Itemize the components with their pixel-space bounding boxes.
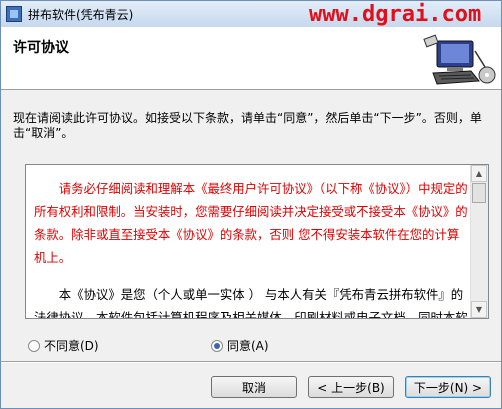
disagree-option[interactable]: 不同意(D) — [28, 337, 99, 354]
agree-label[interactable]: 同意(A) — [227, 337, 269, 354]
license-paragraph-1: 请务必仔细阅读和理解本《最终用户许可协议》（以下称《协议》）中规定的所有权利和限… — [34, 181, 468, 265]
scroll-down-icon: ▼ — [475, 305, 483, 314]
disagree-label[interactable]: 不同意(D) — [44, 337, 99, 354]
wizard-header: 许可协议 — [1, 27, 501, 90]
app-icon — [6, 6, 22, 22]
next-button[interactable]: 下一步(N) > — [405, 376, 491, 398]
cancel-button[interactable]: 取消 — [211, 376, 297, 398]
title-bar[interactable]: 拼布软件(凭布青云) www.dgrai.com — [1, 1, 501, 27]
disagree-radio[interactable] — [28, 339, 40, 352]
license-textbox[interactable]: 请务必仔细阅读和理解本《最终用户许可协议》（以下称《协议》）中规定的所有权利和限… — [25, 164, 489, 319]
window-title: 拼布软件(凭布青云) — [28, 8, 134, 22]
agree-option[interactable]: 同意(A) — [211, 337, 269, 354]
installer-window: 拼布软件(凭布青云) www.dgrai.com 许可协议 现在请阅读此许可协议… — [0, 0, 502, 409]
license-scrollbar[interactable]: ▲ ▼ — [470, 165, 488, 318]
scroll-down-button[interactable]: ▼ — [471, 301, 487, 318]
watermark-text: www.dgrai.com — [309, 2, 482, 27]
agree-radio[interactable] — [211, 339, 223, 352]
license-content: 请务必仔细阅读和理解本《最终用户许可协议》（以下称《协议》）中规定的所有权利和限… — [34, 177, 470, 319]
back-button[interactable]: < 上一步(B) — [308, 376, 394, 398]
license-paragraph-2: 本《协议》是您（个人或单一实体 ） 与本人有关『凭布青云拼布软件』的法律协议。本… — [34, 287, 468, 319]
scroll-up-icon: ▲ — [475, 169, 483, 178]
page-title: 许可协议 — [13, 40, 69, 56]
footer-divider — [1, 361, 501, 363]
intro-text: 现在请阅读此许可协议。如接受以下条款，请单击“同意”，然后单击“下一步”。否则，… — [13, 111, 482, 140]
scroll-thumb[interactable] — [472, 183, 486, 203]
computer-install-icon — [423, 34, 496, 85]
scroll-up-button[interactable]: ▲ — [471, 165, 487, 182]
